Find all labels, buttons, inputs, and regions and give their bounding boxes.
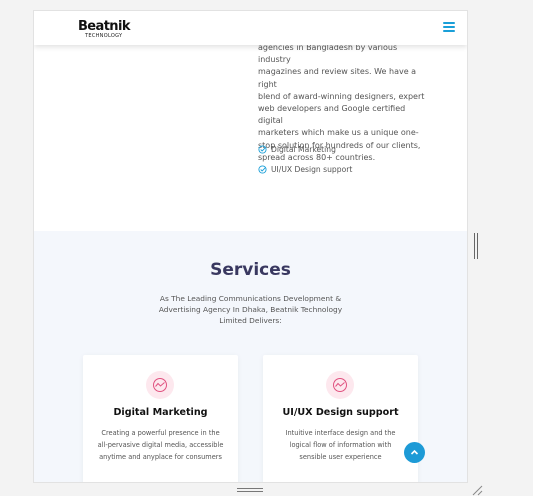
card-description: Creating a powerful presence in the all-… — [93, 427, 228, 463]
logo[interactable]: Beatnik — [78, 19, 130, 34]
card-title: Digital Marketing — [113, 407, 208, 418]
card-desc-line: anytime and anyplace for consumers — [99, 453, 222, 461]
hamburger-menu-icon[interactable] — [442, 20, 456, 34]
resize-grip-icon[interactable] — [470, 484, 484, 496]
page-viewport: Beatnik TECHNOLOGY agencies in Banglades… — [33, 10, 468, 483]
card-desc-line: all-pervasive digital media, accessible — [97, 441, 224, 449]
about-line: agencies in Bangladesh by various indust… — [258, 43, 398, 65]
about-line: web developers and Google certified digi… — [258, 104, 406, 126]
card-desc-line: logical flow of information with — [289, 441, 392, 449]
services-section: Services As The Leading Communications D… — [34, 231, 467, 482]
logo-tagline: TECHNOLOGY — [85, 33, 123, 39]
subtitle-line: As The Leading Communications Developmen… — [159, 294, 342, 303]
arrow-up-icon — [410, 449, 419, 455]
resize-handle-bottom[interactable] — [237, 488, 263, 494]
chart-wave-icon — [146, 371, 174, 399]
about-line: magazines and review sites. We have a ri… — [258, 67, 417, 89]
services-title: Services — [210, 260, 291, 280]
scroll-to-top-button[interactable] — [404, 442, 425, 463]
subtitle-line: Limited Delivers: — [219, 316, 282, 325]
feature-label: UI/UX Design support — [271, 165, 353, 174]
card-desc-line: Intuitive interface design and the — [285, 429, 396, 437]
service-card-uiux[interactable]: UI/UX Design support Intuitive interface… — [263, 355, 418, 482]
about-line: marketers which make us a unique one- — [258, 128, 419, 138]
resize-handle-right[interactable] — [474, 233, 479, 259]
card-desc-line: sensible user experience — [299, 453, 382, 461]
site-header: Beatnik TECHNOLOGY — [34, 11, 467, 45]
subtitle-line: Advertising Agency In Dhaka, Beatnik Tec… — [158, 305, 343, 314]
about-line: blend of award-winning designers, expert — [258, 91, 425, 101]
check-circle-icon — [258, 145, 267, 154]
card-description: Intuitive interface design and the logic… — [273, 427, 408, 463]
feature-label: Digital Marketing — [271, 145, 336, 154]
service-card-digital-marketing[interactable]: Digital Marketing Creating a powerful pr… — [83, 355, 238, 482]
services-subtitle: As The Leading Communications Developmen… — [154, 293, 347, 326]
check-circle-icon — [258, 165, 267, 174]
chart-wave-icon — [326, 371, 354, 399]
card-desc-line: Creating a powerful presence in the — [101, 429, 220, 437]
card-title: UI/UX Design support — [282, 407, 399, 418]
